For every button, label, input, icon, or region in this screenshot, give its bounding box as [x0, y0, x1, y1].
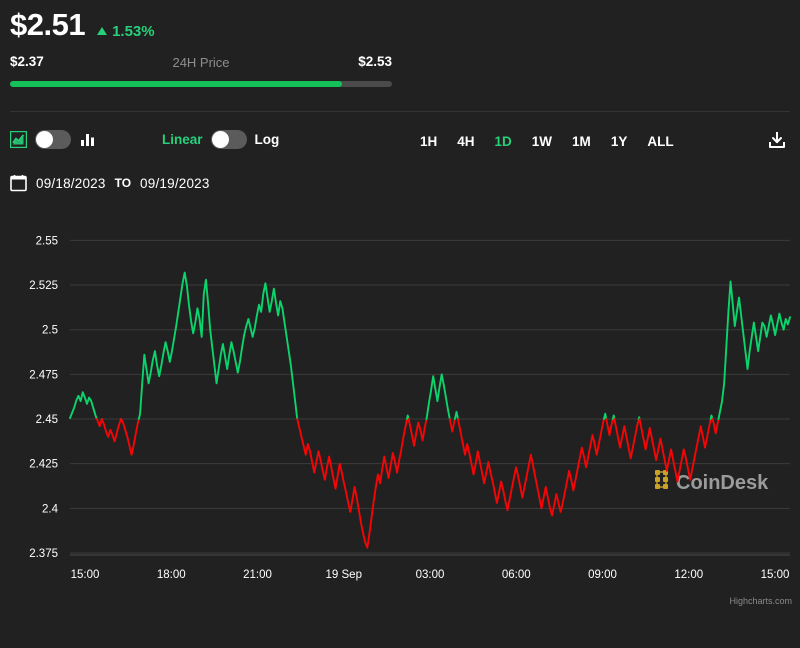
current-price: $2.51	[10, 8, 85, 42]
day-range-bar	[10, 81, 392, 87]
price-header: $2.51 1.53% $2.37 24H Price $2.53	[0, 0, 800, 112]
download-icon[interactable]	[766, 129, 788, 151]
time-range-buttons[interactable]: 1H4H1D1W1M1YALL	[410, 132, 684, 151]
range-low-value: $2.37	[10, 54, 44, 69]
price-line-segment	[426, 374, 449, 419]
price-chart-svg[interactable]: 2.375 2.4 2.425 2.45 2.475 2.5 2.525 2.55 15:00…	[0, 208, 800, 608]
price-line-segment	[297, 419, 407, 548]
range-high-value: $2.53	[358, 54, 392, 69]
price-line-segment	[139, 273, 297, 419]
chart-y-axis-labels: 2.375 2.4 2.425 2.45 2.475 2.5 2.525 2.55	[29, 235, 58, 560]
y-axis-tick-label: 2.55	[36, 235, 58, 247]
date-range-separator: TO	[115, 176, 131, 190]
y-axis-tick-label: 2.5	[42, 325, 58, 337]
price-row: $2.51 1.53%	[10, 8, 790, 42]
time-range-button-1m[interactable]: 1M	[562, 132, 601, 151]
bar-chart-icon[interactable]	[79, 131, 96, 148]
scale-toggle-group[interactable]: Linear Log	[162, 130, 279, 149]
chart-type-switch[interactable]	[35, 130, 71, 149]
date-range-end[interactable]: 09/19/2023	[140, 176, 210, 191]
time-range-button-1y[interactable]: 1Y	[601, 132, 638, 151]
x-axis-tick-label: 06:00	[502, 569, 531, 581]
x-axis-tick-label: 09:00	[588, 569, 617, 581]
price-line-segment	[97, 419, 102, 426]
time-range-button-1h[interactable]: 1H	[410, 132, 447, 151]
price-line-segment	[455, 412, 458, 419]
scale-linear-label[interactable]: Linear	[162, 132, 203, 147]
price-line-segment	[450, 419, 455, 432]
date-range-row[interactable]: 09/18/2023 TO 09/19/2023	[0, 174, 800, 192]
coindesk-price-chart-widget: $2.51 1.53% $2.37 24H Price $2.53	[0, 0, 800, 648]
price-series	[70, 273, 790, 548]
y-axis-tick-label: 2.4	[42, 503, 59, 515]
x-axis-tick-label: 15:00	[761, 569, 790, 581]
day-range-labels: $2.37 24H Price $2.53	[10, 54, 392, 72]
calendar-icon[interactable]	[10, 174, 27, 192]
scale-switch[interactable]	[211, 130, 247, 149]
triangle-up-icon	[97, 27, 107, 35]
price-line-segment	[121, 419, 139, 455]
day-range-bar-fill	[10, 81, 342, 87]
time-range-button-1w[interactable]: 1W	[522, 132, 562, 151]
x-axis-tick-label: 19 Sep	[326, 569, 362, 581]
price-line-segment	[409, 419, 427, 446]
chart-type-toggle-group[interactable]	[10, 130, 96, 149]
range-label: 24H Price	[172, 55, 229, 70]
x-axis-tick-label: 18:00	[157, 569, 186, 581]
scale-switch-knob[interactable]	[212, 131, 229, 148]
x-axis-tick-label: 21:00	[243, 569, 272, 581]
price-line-segment	[719, 282, 791, 420]
price-change-percent: 1.53%	[112, 23, 155, 40]
date-range-start[interactable]: 09/18/2023	[36, 176, 106, 191]
x-axis-tick-label: 15:00	[71, 569, 100, 581]
time-range-button-all[interactable]: ALL	[637, 132, 683, 151]
y-axis-tick-label: 2.425	[29, 459, 58, 471]
x-axis-tick-label: 12:00	[674, 569, 703, 581]
y-axis-tick-label: 2.475	[29, 369, 58, 381]
scale-log-label[interactable]: Log	[255, 132, 280, 147]
time-range-button-1d[interactable]: 1D	[485, 132, 522, 151]
y-axis-tick-label: 2.525	[29, 280, 58, 292]
price-line-segment	[102, 419, 121, 441]
highcharts-credit[interactable]: Highcharts.com	[729, 596, 792, 606]
download-button[interactable]	[766, 129, 788, 151]
line-chart-icon[interactable]	[10, 131, 27, 148]
coindesk-logo-icon	[655, 470, 668, 489]
header-divider	[10, 111, 790, 112]
y-axis-tick-label: 2.45	[36, 414, 58, 426]
price-change-group: 1.53%	[97, 23, 155, 40]
price-line-segment	[458, 419, 604, 515]
time-range-button-4h[interactable]: 4H	[447, 132, 484, 151]
price-line-segment	[614, 419, 638, 458]
chart-toolbar: Linear Log 1H4H1D1W1M1YALL	[0, 126, 800, 162]
price-line-segment	[606, 419, 613, 435]
coindesk-watermark: CoinDesk	[655, 470, 769, 494]
chart-x-axis-labels: 15:00 18:00 21:00 19 Sep 03:00 06:00 09:00 12:0…	[71, 569, 790, 581]
price-chart[interactable]: 2.375 2.4 2.425 2.45 2.475 2.5 2.525 2.55 15:00…	[0, 208, 800, 608]
y-axis-tick-label: 2.375	[29, 548, 58, 560]
price-line-segment	[70, 392, 97, 419]
chart-type-switch-knob[interactable]	[36, 131, 53, 148]
x-axis-tick-label: 03:00	[416, 569, 445, 581]
price-line-segment	[712, 419, 718, 433]
